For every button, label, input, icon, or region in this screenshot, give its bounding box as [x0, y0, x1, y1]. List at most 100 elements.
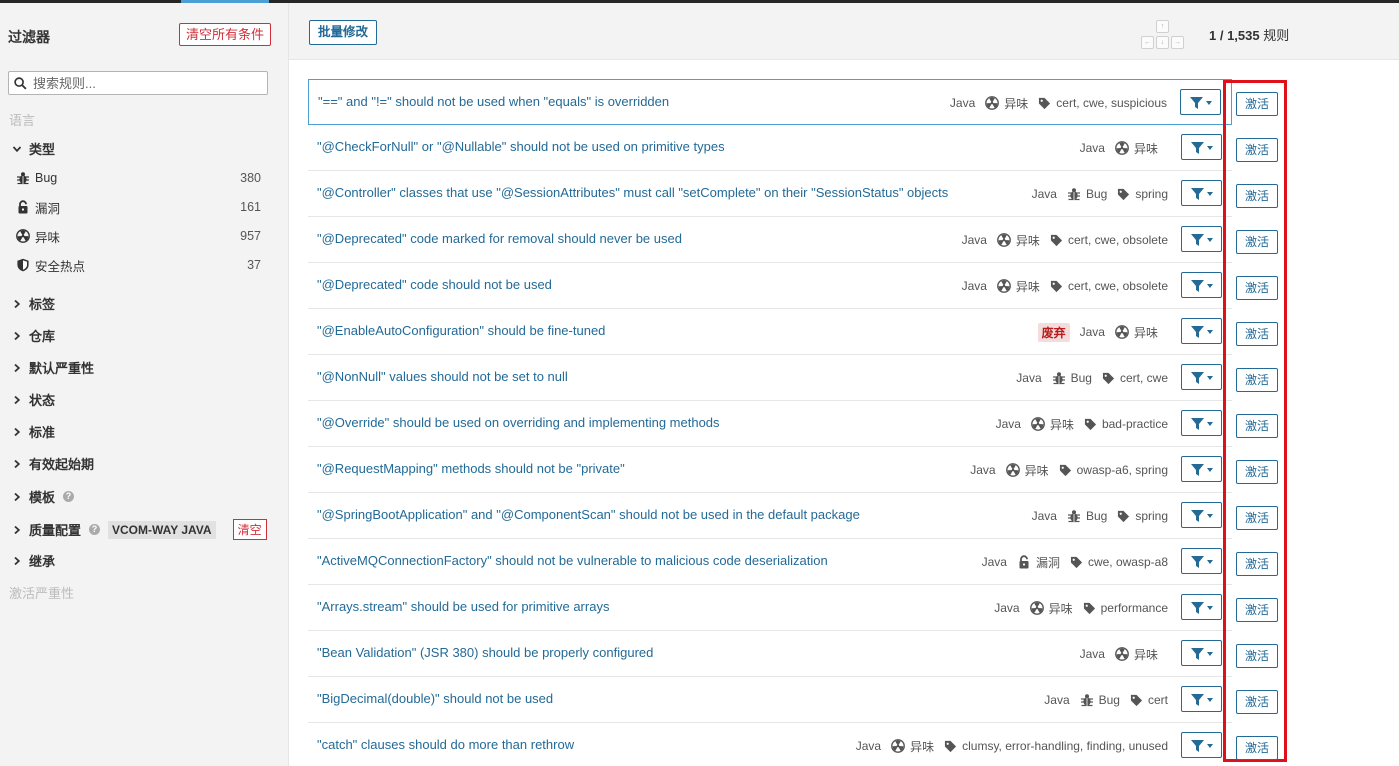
facet-template[interactable]: 模板 ? — [12, 487, 75, 506]
facet-type-header[interactable]: 类型 — [12, 139, 55, 158]
rule-row[interactable]: "@RequestMapping" methods should not be … — [308, 447, 1232, 493]
rule-title-link[interactable]: "BigDecimal(double)" should not be used — [317, 691, 553, 706]
facet-inheritance[interactable]: 继承 — [12, 551, 55, 570]
activate-button[interactable]: 激活 — [1236, 736, 1278, 760]
similar-rules-filter-button[interactable] — [1181, 272, 1222, 298]
rule-title-link[interactable]: "@CheckForNull" or "@Nullable" should no… — [317, 139, 725, 154]
rule-title-link[interactable]: "@RequestMapping" methods should not be … — [317, 461, 625, 476]
rule-row[interactable]: "@SpringBootApplication" and "@Component… — [308, 493, 1232, 539]
rule-tags[interactable]: cert, cwe, obsolete — [1068, 279, 1168, 293]
rule-title-link[interactable]: "@Deprecated" code marked for removal sh… — [317, 231, 682, 246]
rule-title-link[interactable]: "@Deprecated" code should not be used — [317, 277, 552, 292]
rule-row[interactable]: "@Deprecated" code should not be used Jav… — [308, 263, 1232, 309]
bug-icon — [1067, 510, 1080, 523]
rule-title-link[interactable]: "==" and "!=" should not be used when "e… — [318, 94, 669, 109]
similar-rules-filter-button[interactable] — [1181, 364, 1222, 390]
help-icon[interactable]: ? — [89, 524, 101, 535]
rule-row[interactable]: "catch" clauses should do more than reth… — [308, 723, 1232, 766]
rule-row[interactable]: "@NonNull" values should not be set to n… — [308, 355, 1232, 401]
bulk-change-button[interactable]: 批量修改 — [309, 20, 378, 45]
rules-toolbar: 批量修改 ↑ ← ↓ → 1 / 1,535 规则 — [289, 3, 1399, 60]
activate-button[interactable]: 激活 — [1236, 414, 1278, 438]
facet-repository[interactable]: 仓库 — [12, 326, 55, 345]
facet-type-item-bug[interactable]: Bug 380 — [16, 168, 261, 188]
clear-all-filters-button[interactable]: 清空所有条件 — [179, 23, 272, 46]
facet-type-item-security-hotspot[interactable]: 安全热点 37 — [16, 255, 261, 275]
filter-sidebar: 过滤器 清空所有条件 语言 类型 Bug 380 漏洞 161 异味 957 安… — [0, 3, 289, 766]
rule-tags[interactable]: bad-practice — [1102, 417, 1168, 431]
similar-rules-filter-button[interactable] — [1181, 548, 1222, 574]
rule-title-link[interactable]: "@EnableAutoConfiguration" should be fin… — [317, 323, 605, 338]
rule-row[interactable]: "Arrays.stream" should be used for primi… — [308, 585, 1232, 631]
similar-rules-filter-button[interactable] — [1181, 180, 1222, 206]
facet-available-since[interactable]: 有效起始期 — [12, 454, 94, 473]
similar-rules-filter-button[interactable] — [1181, 502, 1222, 528]
rule-title-link[interactable]: "Arrays.stream" should be used for primi… — [317, 599, 609, 614]
activate-button[interactable]: 激活 — [1236, 690, 1278, 714]
similar-rules-filter-button[interactable] — [1181, 318, 1222, 344]
rule-row[interactable]: "Bean Validation" (JSR 380) should be pr… — [308, 631, 1232, 677]
activate-button[interactable]: 激活 — [1236, 598, 1278, 622]
similar-rules-filter-button[interactable] — [1180, 89, 1221, 115]
rule-row[interactable]: "@EnableAutoConfiguration" should be fin… — [308, 309, 1232, 355]
help-icon[interactable]: ? — [63, 491, 75, 502]
similar-rules-filter-button[interactable] — [1181, 732, 1222, 758]
activate-button[interactable]: 激活 — [1236, 368, 1278, 392]
rule-row[interactable]: "ActiveMQConnectionFactory" should not b… — [308, 539, 1232, 585]
keyboard-shortcuts-hint: ↑ ← ↓ → — [1141, 18, 1185, 50]
similar-rules-filter-button[interactable] — [1181, 686, 1222, 712]
similar-rules-filter-button[interactable] — [1181, 226, 1222, 252]
rule-tags[interactable]: spring — [1135, 187, 1168, 201]
rule-row[interactable]: "==" and "!=" should not be used when "e… — [308, 79, 1232, 125]
activate-button[interactable]: 激活 — [1236, 138, 1278, 162]
activate-button[interactable]: 激活 — [1236, 460, 1278, 484]
activate-button[interactable]: 激活 — [1236, 276, 1278, 300]
facet-standard[interactable]: 标准 — [12, 422, 55, 441]
facet-tags[interactable]: 标签 — [12, 294, 55, 313]
rule-title-link[interactable]: "@Override" should be used on overriding… — [317, 415, 720, 430]
rule-tags[interactable]: cert, cwe, obsolete — [1068, 233, 1168, 247]
similar-rules-filter-button[interactable] — [1181, 410, 1222, 436]
similar-rules-filter-button[interactable] — [1181, 134, 1222, 160]
radiation-icon — [997, 279, 1011, 293]
activate-button[interactable]: 激活 — [1236, 230, 1278, 254]
clear-profile-button[interactable]: 清空 — [232, 519, 267, 540]
rule-row[interactable]: "@Override" should be used on overriding… — [308, 401, 1232, 447]
rule-row[interactable]: "@Controller" classes that use "@Session… — [308, 171, 1232, 217]
rule-tags[interactable]: spring — [1135, 509, 1168, 523]
activate-button[interactable]: 激活 — [1236, 92, 1278, 116]
rule-tags[interactable]: cert, cwe — [1120, 371, 1168, 385]
similar-rules-filter-button[interactable] — [1181, 640, 1222, 666]
rule-tags[interactable]: cert — [1148, 693, 1168, 707]
rule-tags[interactable]: clumsy, error-handling, finding, unused — [962, 739, 1168, 753]
rule-title-link[interactable]: "@NonNull" values should not be set to n… — [317, 369, 568, 384]
rule-title-link[interactable]: "ActiveMQConnectionFactory" should not b… — [317, 553, 828, 568]
rule-title-link[interactable]: "catch" clauses should do more than reth… — [317, 737, 574, 752]
activate-button[interactable]: 激活 — [1236, 184, 1278, 208]
facet-quality-profile[interactable]: 质量配置 ? VCOM-WAY JAVA 清空 — [12, 519, 267, 540]
facet-default-severity[interactable]: 默认严重性 — [12, 358, 94, 377]
rule-title-link[interactable]: "@SpringBootApplication" and "@Component… — [317, 507, 860, 522]
similar-rules-filter-button[interactable] — [1181, 594, 1222, 620]
rule-tags[interactable]: owasp-a6, spring — [1077, 463, 1168, 477]
facet-language[interactable]: 语言 — [9, 110, 35, 129]
rule-tags[interactable]: cert, cwe, suspicious — [1056, 96, 1167, 110]
activate-button[interactable]: 激活 — [1236, 322, 1278, 346]
activate-button[interactable]: 激活 — [1236, 506, 1278, 530]
rule-row[interactable]: "@CheckForNull" or "@Nullable" should no… — [308, 125, 1232, 171]
type-label: 异味 — [35, 230, 61, 245]
facet-type-item-code-smell[interactable]: 异味 957 — [16, 226, 261, 246]
rule-search-input[interactable] — [33, 74, 263, 92]
rule-tags[interactable]: performance — [1101, 601, 1168, 615]
rule-row[interactable]: "BigDecimal(double)" should not be used J… — [308, 677, 1232, 723]
rule-search-box[interactable] — [8, 71, 268, 95]
rule-title-link[interactable]: "@Controller" classes that use "@Session… — [317, 185, 948, 200]
rule-tags[interactable]: cwe, owasp-a8 — [1088, 555, 1168, 569]
similar-rules-filter-button[interactable] — [1181, 456, 1222, 482]
rule-row[interactable]: "@Deprecated" code marked for removal sh… — [308, 217, 1232, 263]
rule-title-link[interactable]: "Bean Validation" (JSR 380) should be pr… — [317, 645, 653, 660]
facet-status[interactable]: 状态 — [12, 390, 55, 409]
activate-button[interactable]: 激活 — [1236, 644, 1278, 668]
activate-button[interactable]: 激活 — [1236, 552, 1278, 576]
facet-type-item-vulnerability[interactable]: 漏洞 161 — [16, 197, 261, 217]
